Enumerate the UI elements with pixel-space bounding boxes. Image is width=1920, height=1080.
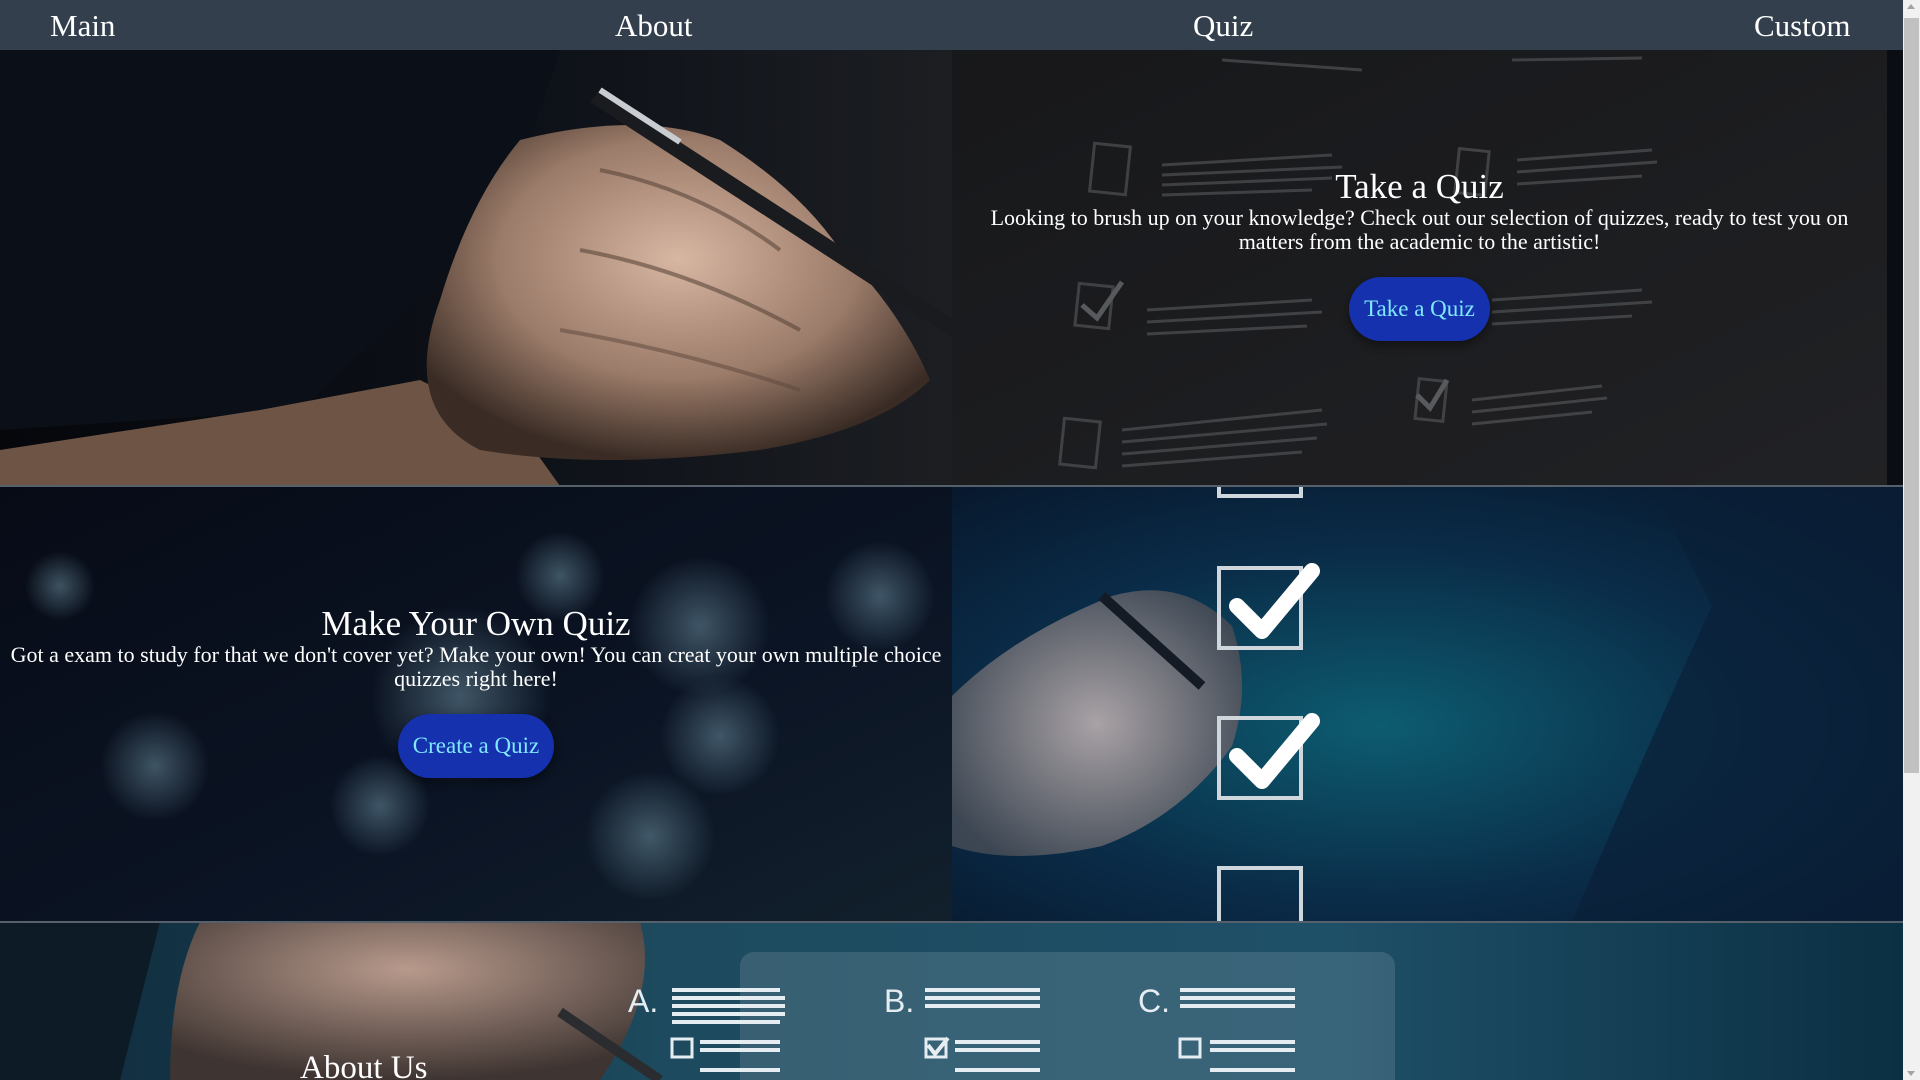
nav-quiz-link[interactable]: Quiz xyxy=(1193,0,1253,50)
page: Main About Quiz Custom Take a Quiz Looki… xyxy=(0,0,1920,1080)
scroll-down-arrow-icon[interactable] xyxy=(1907,1071,1915,1076)
nav-about-link[interactable]: About xyxy=(615,0,693,50)
nav-custom-link[interactable]: Custom xyxy=(1754,0,1850,50)
scroll-up-arrow-icon[interactable] xyxy=(1907,4,1915,9)
about-us-heading: About Us xyxy=(300,1050,428,1080)
nav-main-link[interactable]: Main xyxy=(50,0,115,50)
take-quiz-button[interactable]: Take a Quiz xyxy=(1349,277,1490,341)
about-background-image: A. B. C. xyxy=(0,922,1903,1080)
about-option-b-label: B. xyxy=(884,983,914,1019)
take-quiz-heading: Take a Quiz xyxy=(1335,167,1504,206)
section-divider xyxy=(0,921,1903,923)
make-quiz-section: Make Your Own Quiz Got a exam to study f… xyxy=(0,605,952,778)
make-quiz-heading: Make Your Own Quiz xyxy=(321,604,631,643)
about-option-a-label: A. xyxy=(628,983,658,1019)
checkmark-hand-image xyxy=(952,486,1903,922)
create-quiz-button[interactable]: Create a Quiz xyxy=(397,714,555,778)
hand-with-pen-image xyxy=(0,50,952,486)
top-navbar: Main About Quiz Custom xyxy=(0,0,1903,50)
section-divider xyxy=(0,485,1903,487)
about-option-c-label: C. xyxy=(1138,983,1170,1019)
page-scrollbar[interactable] xyxy=(1903,0,1920,1080)
make-quiz-description: Got a exam to study for that we don't co… xyxy=(10,642,942,691)
take-quiz-section: Take a Quiz Looking to brush up on your … xyxy=(952,168,1887,341)
scroll-thumb[interactable] xyxy=(1904,18,1919,773)
take-quiz-description: Looking to brush up on your knowledge? C… xyxy=(990,205,1849,254)
